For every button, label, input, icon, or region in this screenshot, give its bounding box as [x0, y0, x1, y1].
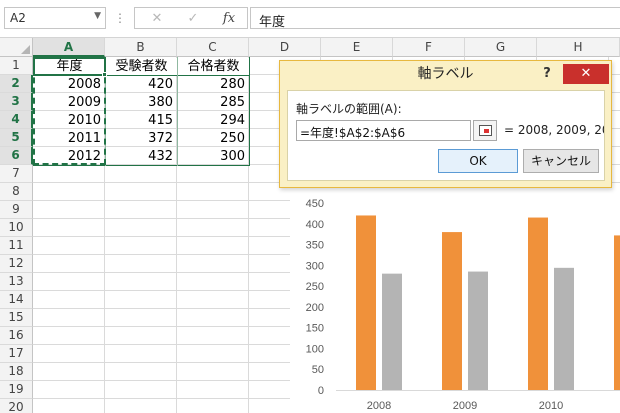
column-header-c[interactable]: C: [177, 38, 249, 57]
y-tick-label: 400: [306, 219, 324, 231]
formula-bar: A2 ▼ ⋮ ✕ ✓ fx 年度: [0, 0, 620, 38]
row-header-18[interactable]: 18: [0, 363, 33, 381]
row-header-20[interactable]: 20: [0, 399, 33, 413]
range-input[interactable]: =年度!$A$2:$A$6: [296, 120, 471, 141]
formula-buttons: ✕ ✓ fx: [134, 7, 248, 29]
row-header-7[interactable]: 7: [0, 165, 33, 183]
dialog-body: 軸ラベルの範囲(A): =年度!$A$2:$A$6 = 2008, 2009, …: [287, 90, 605, 181]
y-tick-label: 200: [306, 302, 324, 314]
select-all-icon: [21, 45, 30, 54]
range-label: 軸ラベルの範囲(A):: [296, 102, 402, 116]
row-header-15[interactable]: 15: [0, 309, 33, 327]
cell-passed[interactable]: 250: [178, 130, 248, 148]
column-header-g[interactable]: G: [465, 38, 537, 57]
row-header-1[interactable]: 1: [0, 57, 33, 75]
header-cell-passed[interactable]: 合格者数: [178, 58, 249, 76]
row-header-9[interactable]: 9: [0, 201, 33, 219]
row-header-5[interactable]: 5: [0, 129, 33, 147]
row-header-6[interactable]: 6: [0, 147, 33, 165]
y-tick-label: 350: [306, 240, 324, 252]
dialog-title: 軸ラベル: [417, 66, 474, 82]
insert-function-icon[interactable]: fx: [217, 10, 241, 27]
row-header-11[interactable]: 11: [0, 237, 33, 255]
cancel-button[interactable]: キャンセル: [523, 149, 599, 173]
close-button[interactable]: ✕: [563, 64, 609, 84]
table-divider-b: [177, 57, 178, 166]
name-box-value: A2: [10, 11, 26, 25]
bar-2011-s1: [614, 235, 620, 390]
y-tick-label: 0: [318, 385, 324, 397]
row-header-19[interactable]: 19: [0, 381, 33, 399]
bar-2010-s1: [528, 217, 548, 390]
y-tick-label: 100: [306, 343, 324, 355]
cell-passed[interactable]: 294: [178, 112, 248, 130]
drag-handle-icon[interactable]: ⋮: [114, 9, 126, 27]
row-header-17[interactable]: 17: [0, 345, 33, 363]
bar-2008-s1: [356, 215, 376, 390]
cell-passed[interactable]: 280: [178, 76, 248, 94]
chart-plot: 0501001502002503003504004502008200920102…: [306, 198, 620, 412]
table-right-border: [249, 57, 250, 166]
column-header-a[interactable]: A: [33, 38, 105, 57]
fill-handle[interactable]: [102, 72, 107, 77]
row-header-14[interactable]: 14: [0, 291, 33, 309]
column-header-d[interactable]: D: [249, 38, 321, 57]
cell-passed[interactable]: 300: [178, 148, 248, 166]
ok-button[interactable]: OK: [438, 149, 518, 173]
cell-applicants[interactable]: 415: [106, 112, 176, 130]
chart[interactable]: 0501001502002503003504004502008200920102…: [290, 186, 620, 413]
cell-applicants[interactable]: 432: [106, 148, 176, 166]
y-tick-label: 150: [306, 323, 324, 335]
column-header-b[interactable]: B: [105, 38, 177, 57]
formula-input[interactable]: 年度: [250, 7, 620, 30]
active-cell[interactable]: [33, 57, 107, 77]
row-header-12[interactable]: 12: [0, 255, 33, 273]
name-box[interactable]: A2 ▼: [4, 7, 106, 29]
help-icon[interactable]: ?: [539, 65, 555, 83]
select-all-button[interactable]: [0, 38, 33, 57]
row-header-3[interactable]: 3: [0, 93, 33, 111]
x-tick-label: 2008: [367, 400, 391, 412]
range-preview: = 2008, 2009, 2010, 2011, 2012: [504, 123, 604, 137]
bar-2009-s1: [442, 232, 462, 390]
cell-passed[interactable]: 285: [178, 94, 248, 112]
cell-applicants[interactable]: 372: [106, 130, 176, 148]
row-header-2[interactable]: 2: [0, 75, 33, 93]
column-header-f[interactable]: F: [393, 38, 465, 57]
y-tick-label: 450: [306, 198, 324, 210]
row-header-13[interactable]: 13: [0, 273, 33, 291]
row-header-16[interactable]: 16: [0, 327, 33, 345]
collapse-range-icon: [479, 125, 492, 136]
range-input-value: =年度!$A$2:$A$6: [300, 126, 406, 140]
y-tick-label: 50: [312, 364, 324, 376]
cancel-entry-icon[interactable]: ✕: [145, 10, 169, 27]
header-cell-applicants[interactable]: 受験者数: [106, 58, 177, 76]
x-tick-label: 2009: [453, 400, 477, 412]
x-tick-label: 2010: [539, 400, 563, 412]
y-tick-label: 250: [306, 281, 324, 293]
row-header-10[interactable]: 10: [0, 219, 33, 237]
column-header-h[interactable]: H: [537, 38, 620, 57]
row-header-8[interactable]: 8: [0, 183, 33, 201]
bar-2009-s2: [468, 271, 488, 390]
row-header-4[interactable]: 4: [0, 111, 33, 129]
column-header-e[interactable]: E: [321, 38, 393, 57]
formula-input-value: 年度: [259, 15, 286, 30]
bar-2010-s2: [554, 267, 574, 390]
chevron-down-icon[interactable]: ▼: [94, 11, 101, 21]
y-tick-label: 300: [306, 260, 324, 272]
axis-label-dialog: 軸ラベル ? ✕ 軸ラベルの範囲(A): =年度!$A$2:$A$6 = 200…: [279, 60, 612, 188]
table-bottom-border: [33, 165, 250, 166]
bar-2008-s2: [382, 273, 402, 390]
confirm-entry-icon[interactable]: ✓: [181, 10, 205, 27]
cell-applicants[interactable]: 380: [106, 94, 176, 112]
collapse-dialog-button[interactable]: [473, 120, 497, 141]
cell-applicants[interactable]: 420: [106, 76, 176, 94]
